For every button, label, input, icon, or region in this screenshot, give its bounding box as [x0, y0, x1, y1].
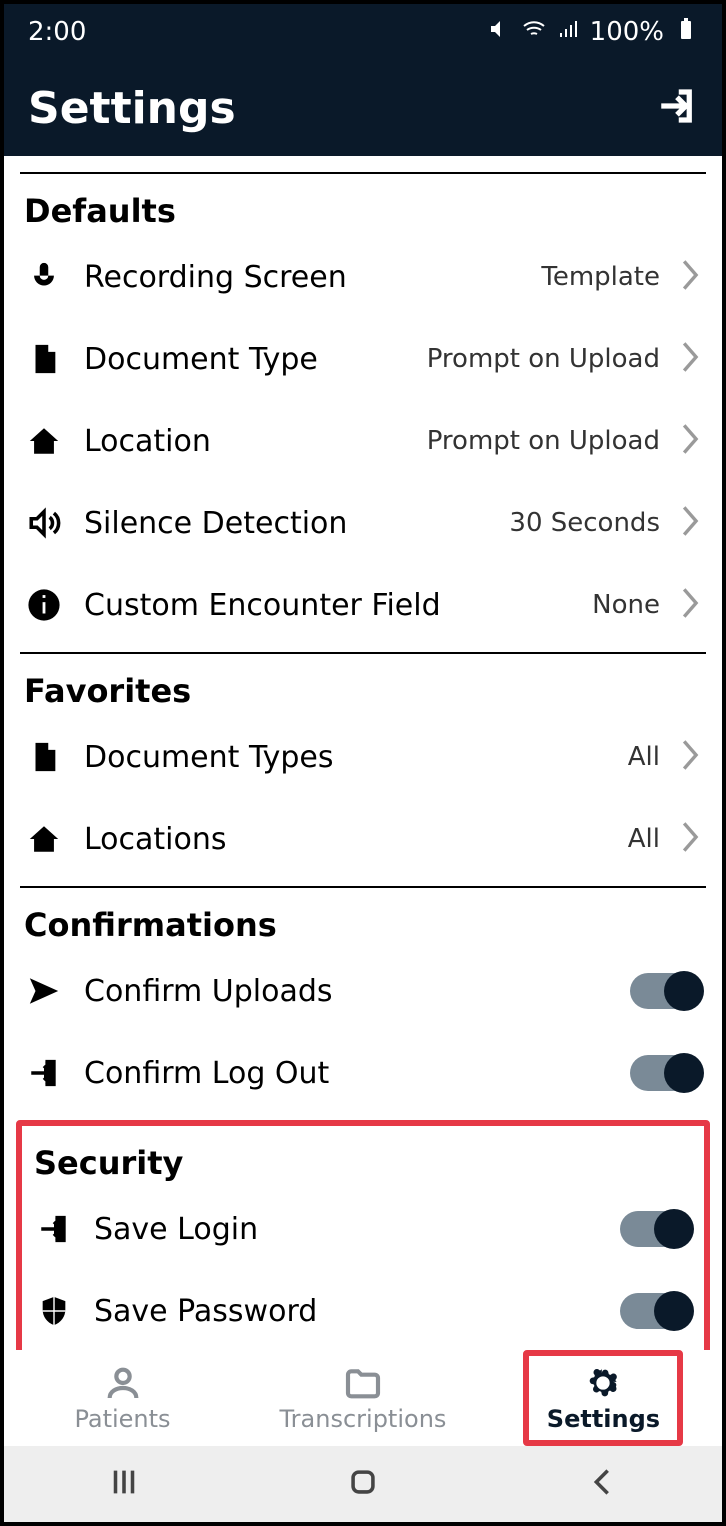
signal-icon [556, 17, 580, 48]
clock: 2:00 [28, 17, 86, 47]
recording-screen-label: Recording Screen [84, 260, 521, 295]
wifi-icon [522, 17, 546, 48]
custom-encounter-row[interactable]: Custom Encounter Field None [4, 564, 722, 646]
battery-icon [674, 17, 698, 48]
login-icon [34, 1212, 74, 1246]
send-icon [24, 974, 64, 1008]
security-highlight: Security Save Login Save Password [16, 1120, 710, 1368]
fav-doc-types-value: All [628, 742, 660, 772]
custom-encounter-label: Custom Encounter Field [84, 588, 572, 623]
confirm-logout-row: Confirm Log Out [4, 1032, 722, 1114]
status-right: 100% [488, 17, 698, 48]
defaults-heading: Defaults [4, 174, 722, 236]
back-button[interactable] [585, 1465, 619, 1503]
fav-locations-value: All [628, 824, 660, 854]
tab-patients[interactable]: Patients [43, 1350, 203, 1446]
save-login-row: Save Login [22, 1188, 704, 1270]
bottom-tab-bar: Patients Transcriptions Settings [4, 1350, 722, 1446]
confirm-logout-label: Confirm Log Out [84, 1056, 610, 1091]
page-title: Settings [28, 83, 236, 134]
chevron-right-icon [680, 504, 702, 542]
info-icon [24, 588, 64, 622]
home-icon [24, 424, 64, 458]
logout-button[interactable] [656, 85, 698, 131]
chevron-right-icon [680, 340, 702, 378]
document-type-row[interactable]: Document Type Prompt on Upload [4, 318, 722, 400]
home-icon [24, 822, 64, 856]
home-button[interactable] [346, 1465, 380, 1503]
mic-icon [24, 260, 64, 294]
document-icon [24, 342, 64, 376]
recording-screen-row[interactable]: Recording Screen Template [4, 236, 722, 318]
silence-detection-row[interactable]: Silence Detection 30 Seconds [4, 482, 722, 564]
fav-doc-types-row[interactable]: Document Types All [4, 716, 722, 798]
logout-icon [24, 1056, 64, 1090]
save-password-row: Save Password [22, 1270, 704, 1352]
silence-detection-label: Silence Detection [84, 506, 489, 541]
recent-apps-button[interactable] [107, 1465, 141, 1503]
save-password-label: Save Password [94, 1294, 600, 1329]
confirm-uploads-label: Confirm Uploads [84, 974, 610, 1009]
document-type-label: Document Type [84, 342, 407, 377]
recording-screen-value: Template [541, 262, 660, 292]
save-login-label: Save Login [94, 1212, 600, 1247]
location-label: Location [84, 424, 407, 459]
confirm-logout-toggle[interactable] [630, 1055, 702, 1091]
tab-settings-label: Settings [547, 1405, 660, 1433]
tab-transcriptions[interactable]: Transcriptions [280, 1350, 447, 1446]
confirm-uploads-toggle[interactable] [630, 973, 702, 1009]
location-row[interactable]: Location Prompt on Upload [4, 400, 722, 482]
chevron-right-icon [680, 258, 702, 296]
confirm-uploads-row: Confirm Uploads [4, 950, 722, 1032]
shield-icon [34, 1294, 74, 1328]
silence-detection-value: 30 Seconds [509, 508, 660, 538]
tab-transcriptions-label: Transcriptions [280, 1405, 447, 1433]
fav-locations-row[interactable]: Locations All [4, 798, 722, 880]
fav-doc-types-label: Document Types [84, 740, 608, 775]
favorites-heading: Favorites [4, 654, 722, 716]
security-heading: Security [22, 1126, 704, 1188]
save-password-toggle[interactable] [620, 1293, 692, 1329]
confirmations-heading: Confirmations [4, 888, 722, 950]
mute-icon [488, 17, 512, 48]
top-divider [20, 160, 706, 174]
app-header: Settings [4, 60, 722, 156]
chevron-right-icon [680, 738, 702, 776]
system-nav-bar [4, 1446, 722, 1522]
chevron-right-icon [680, 586, 702, 624]
battery-percent: 100% [590, 17, 664, 47]
custom-encounter-value: None [592, 590, 660, 620]
tab-settings[interactable]: Settings [523, 1350, 683, 1446]
save-login-toggle[interactable] [620, 1211, 692, 1247]
tab-patients-label: Patients [74, 1405, 170, 1433]
location-value: Prompt on Upload [427, 426, 660, 456]
document-icon [24, 740, 64, 774]
chevron-right-icon [680, 422, 702, 460]
volume-icon [24, 506, 64, 540]
chevron-right-icon [680, 820, 702, 858]
fav-locations-label: Locations [84, 822, 608, 857]
status-bar: 2:00 100% [4, 4, 722, 60]
document-type-value: Prompt on Upload [427, 344, 660, 374]
